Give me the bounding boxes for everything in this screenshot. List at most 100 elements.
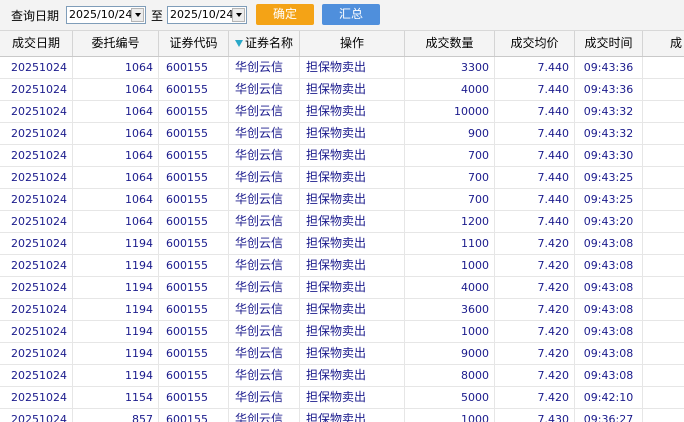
table-row[interactable]: 20251024 1194 600155 华创云信 担保物卖出 8000 7.420 09:4…: [0, 365, 684, 387]
quantity-cell: 4000: [405, 79, 495, 100]
operation-cell: 担保物卖出: [300, 211, 405, 232]
trade-date-cell: 20251024: [0, 101, 73, 122]
quantity-cell: 1000: [405, 409, 495, 422]
table-row[interactable]: 20251024 1194 600155 华创云信 担保物卖出 4000 7.420 09:4…: [0, 277, 684, 299]
query-date-label: 查询日期: [11, 9, 60, 23]
column-header-trade-date[interactable]: 成交日期: [0, 31, 73, 56]
security-name-cell: 华创云信: [229, 409, 300, 422]
truncated-cell: [643, 101, 684, 122]
trade-date-cell: 20251024: [0, 277, 73, 298]
trade-date-cell: 20251024: [0, 79, 73, 100]
quantity-cell: 1000: [405, 321, 495, 342]
table-row[interactable]: 20251024 1064 600155 华创云信 担保物卖出 700 7.440 09:43…: [0, 145, 684, 167]
query-toolbar: 查询日期 2025/10/24 至 2025/10/24 确定 汇总: [0, 0, 684, 31]
table-row[interactable]: 20251024 1064 600155 华创云信 担保物卖出 3300 7.440 09:4…: [0, 57, 684, 79]
column-header-order-no[interactable]: 委托编号: [73, 31, 159, 56]
truncated-cell: [643, 343, 684, 364]
security-code-cell: 600155: [159, 145, 229, 166]
quantity-cell: 700: [405, 145, 495, 166]
column-header-trade-time[interactable]: 成交时间: [575, 31, 643, 56]
table-row[interactable]: 20251024 1064 600155 华创云信 担保物卖出 10000 7.440 09:…: [0, 101, 684, 123]
table-row[interactable]: 20251024 1064 600155 华创云信 担保物卖出 900 7.440 09:43…: [0, 123, 684, 145]
truncated-cell: [643, 277, 684, 298]
avg-price-cell: 7.440: [495, 57, 575, 78]
security-code-cell: 600155: [159, 277, 229, 298]
column-header-avg-price[interactable]: 成交均价: [495, 31, 575, 56]
security-code-cell: 600155: [159, 321, 229, 342]
security-code-cell: 600155: [159, 233, 229, 254]
column-header-truncated[interactable]: 成: [643, 31, 684, 56]
table-row[interactable]: 20251024 1154 600155 华创云信 担保物卖出 5000 7.420 09:4…: [0, 387, 684, 409]
quantity-cell: 700: [405, 189, 495, 210]
order-no-cell: 1194: [73, 255, 159, 276]
truncated-cell: [643, 57, 684, 78]
truncated-cell: [643, 299, 684, 320]
truncated-cell: [643, 233, 684, 254]
security-code-cell: 600155: [159, 409, 229, 422]
truncated-cell: [643, 189, 684, 210]
security-name-cell: 华创云信: [229, 79, 300, 100]
end-date-dropdown-icon[interactable]: [232, 8, 245, 22]
security-code-cell: 600155: [159, 189, 229, 210]
trade-time-cell: 09:43:25: [575, 167, 643, 188]
avg-price-cell: 7.420: [495, 387, 575, 408]
truncated-cell: [643, 123, 684, 144]
summary-button[interactable]: 汇总: [322, 4, 380, 25]
confirm-button[interactable]: 确定: [256, 4, 314, 25]
quantity-cell: 700: [405, 167, 495, 188]
avg-price-cell: 7.440: [495, 189, 575, 210]
trade-date-cell: 20251024: [0, 233, 73, 254]
end-date-picker[interactable]: 2025/10/24: [167, 6, 247, 24]
table-row[interactable]: 20251024 1194 600155 华创云信 担保物卖出 3600 7.420 09:4…: [0, 299, 684, 321]
column-header-security-name[interactable]: 证券名称: [229, 31, 300, 56]
security-code-cell: 600155: [159, 123, 229, 144]
sort-desc-icon: [234, 40, 243, 47]
truncated-cell: [643, 255, 684, 276]
table-row[interactable]: 20251024 1194 600155 华创云信 担保物卖出 9000 7.420 09:4…: [0, 343, 684, 365]
operation-cell: 担保物卖出: [300, 409, 405, 422]
trade-date-cell: 20251024: [0, 387, 73, 408]
start-date-dropdown-icon[interactable]: [131, 8, 144, 22]
table-row[interactable]: 20251024 1064 600155 华创云信 担保物卖出 1200 7.440 09:4…: [0, 211, 684, 233]
security-name-cell: 华创云信: [229, 365, 300, 386]
table-row[interactable]: 20251024 857 600155 华创云信 担保物卖出 1000 7.430 09:36…: [0, 409, 684, 422]
column-header-security-code[interactable]: 证券代码: [159, 31, 229, 56]
quantity-cell: 1200: [405, 211, 495, 232]
trade-date-cell: 20251024: [0, 299, 73, 320]
trade-time-cell: 09:43:36: [575, 79, 643, 100]
quantity-cell: 900: [405, 123, 495, 144]
operation-cell: 担保物卖出: [300, 167, 405, 188]
table-row[interactable]: 20251024 1194 600155 华创云信 担保物卖出 1100 7.420 09:4…: [0, 233, 684, 255]
column-header-quantity[interactable]: 成交数量: [405, 31, 495, 56]
order-no-cell: 1194: [73, 321, 159, 342]
quantity-cell: 8000: [405, 365, 495, 386]
trade-time-cell: 09:43:08: [575, 255, 643, 276]
operation-cell: 担保物卖出: [300, 57, 405, 78]
operation-cell: 担保物卖出: [300, 299, 405, 320]
quantity-cell: 1000: [405, 255, 495, 276]
avg-price-cell: 7.440: [495, 145, 575, 166]
column-header-operation[interactable]: 操作: [300, 31, 405, 56]
operation-cell: 担保物卖出: [300, 233, 405, 254]
start-date-picker[interactable]: 2025/10/24: [66, 6, 146, 24]
table-row[interactable]: 20251024 1064 600155 华创云信 担保物卖出 4000 7.440 09:4…: [0, 79, 684, 101]
table-row[interactable]: 20251024 1064 600155 华创云信 担保物卖出 700 7.440 09:43…: [0, 189, 684, 211]
table-row[interactable]: 20251024 1064 600155 华创云信 担保物卖出 700 7.440 09:43…: [0, 167, 684, 189]
trade-date-cell: 20251024: [0, 57, 73, 78]
operation-cell: 担保物卖出: [300, 321, 405, 342]
security-name-cell: 华创云信: [229, 57, 300, 78]
order-no-cell: 1194: [73, 365, 159, 386]
avg-price-cell: 7.430: [495, 409, 575, 422]
table-header: 成交日期 委托编号 证券代码 证券名称 操作 成交数量 成交均价 成交时间 成: [0, 31, 684, 57]
order-no-cell: 1064: [73, 189, 159, 210]
security-name-cell: 华创云信: [229, 189, 300, 210]
avg-price-cell: 7.420: [495, 299, 575, 320]
table-row[interactable]: 20251024 1194 600155 华创云信 担保物卖出 1000 7.420 09:4…: [0, 255, 684, 277]
table-row[interactable]: 20251024 1194 600155 华创云信 担保物卖出 1000 7.420 09:4…: [0, 321, 684, 343]
avg-price-cell: 7.440: [495, 79, 575, 100]
trade-time-cell: 09:43:30: [575, 145, 643, 166]
avg-price-cell: 7.440: [495, 123, 575, 144]
security-name-cell: 华创云信: [229, 167, 300, 188]
trade-time-cell: 09:43:36: [575, 57, 643, 78]
security-name-cell: 华创云信: [229, 211, 300, 232]
